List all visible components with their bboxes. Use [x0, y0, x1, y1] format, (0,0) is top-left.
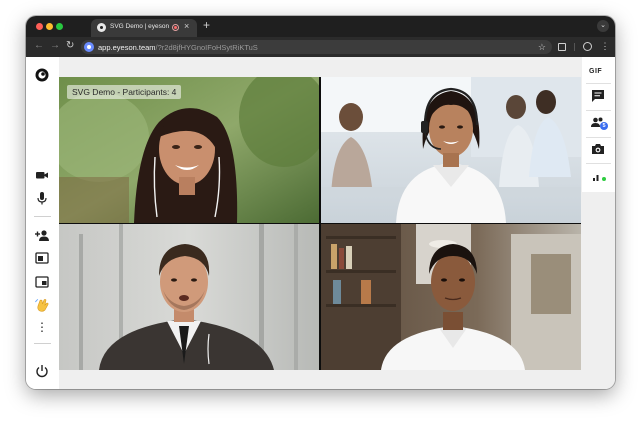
video-grid: SVG Demo - Participants: 4 [59, 77, 581, 370]
video-tile-1[interactable]: SVG Demo - Participants: 4 [59, 77, 319, 223]
right-sidebar-divider [586, 110, 611, 111]
recording-indicator-icon [172, 24, 179, 31]
more-icon[interactable]: ⋮ [34, 319, 50, 335]
sidebar-divider-bottom [34, 343, 51, 344]
extensions-icon[interactable] [558, 43, 566, 51]
browser-toolbar: ← → ↻ app.eyeson.team/?r2d8jfHYGnoIFoHSy… [26, 37, 615, 57]
video-tile-4[interactable] [321, 224, 581, 370]
participants-overlay-label: SVG Demo - Participants: 4 [67, 85, 182, 99]
right-sidebar-divider [586, 137, 611, 138]
url-host: app.eyeson.team [98, 42, 156, 52]
site-info-icon[interactable] [84, 42, 94, 52]
participants-icon[interactable]: 5 [590, 115, 608, 131]
right-sidebar: GIF 5 [582, 57, 615, 192]
url-text[interactable]: app.eyeson.team/?r2d8jfHYGnoIFoHSytRiKTu… [98, 43, 258, 52]
new-tab-button[interactable]: + [203, 18, 210, 32]
close-window-button[interactable] [36, 23, 43, 30]
add-user-icon[interactable] [34, 227, 50, 243]
back-button[interactable]: ← [34, 40, 44, 52]
right-sidebar-divider [586, 83, 611, 84]
eyeson-logo-icon[interactable] [34, 67, 50, 83]
profile-icon[interactable] [583, 42, 592, 51]
url-path: /?r2d8jfHYGnoIFoHSytRiKTuS [155, 42, 258, 52]
participant-2-video [321, 77, 581, 223]
stats-icon[interactable] [590, 168, 606, 184]
eyeson-app: ⋮ GIF 5 SVG Demo - Participants: 4 [26, 57, 615, 389]
screen-share-icon[interactable] [34, 250, 50, 266]
tab-close-button[interactable]: × [184, 21, 189, 31]
left-sidebar: ⋮ [26, 57, 59, 389]
forward-button[interactable]: → [50, 40, 60, 52]
wave-hand-icon[interactable] [34, 297, 50, 313]
reload-button[interactable]: ↻ [66, 40, 74, 52]
address-bar[interactable]: app.eyeson.team/?r2d8jfHYGnoIFoHSytRiKTu… [81, 40, 552, 54]
video-tile-3[interactable] [59, 224, 319, 370]
browser-menu-icon[interactable]: ⋮ [600, 41, 610, 51]
tab-favicon-icon [97, 23, 106, 32]
gif-button[interactable]: GIF [589, 68, 602, 75]
snapshot-camera-icon[interactable] [590, 141, 606, 157]
power-icon[interactable] [34, 363, 50, 379]
maximize-window-button[interactable] [56, 23, 63, 30]
tab-strip: SVG Demo | eyeson × + ⌄ [26, 16, 615, 37]
sidebar-divider [34, 216, 51, 217]
toolbar-divider [574, 43, 575, 51]
participant-3-video [59, 224, 319, 370]
microphone-icon[interactable] [34, 190, 50, 206]
participant-4-video [321, 224, 581, 370]
browser-window: SVG Demo | eyeson × + ⌄ ← → ↻ app.eyeson… [26, 16, 615, 389]
participants-badge: 5 [600, 122, 608, 130]
minimize-window-button[interactable] [46, 23, 53, 30]
browser-tab[interactable]: SVG Demo | eyeson × [91, 19, 197, 37]
right-sidebar-divider [586, 163, 611, 164]
presentation-icon[interactable] [34, 274, 50, 290]
tab-search-button[interactable]: ⌄ [597, 20, 609, 32]
bookmark-star-icon[interactable]: ☆ [538, 40, 546, 54]
camera-icon[interactable] [34, 167, 50, 183]
connection-status-dot [602, 177, 606, 181]
tab-title: SVG Demo | eyeson [110, 23, 170, 30]
video-tile-2[interactable] [321, 77, 581, 223]
chat-icon[interactable] [590, 88, 606, 104]
